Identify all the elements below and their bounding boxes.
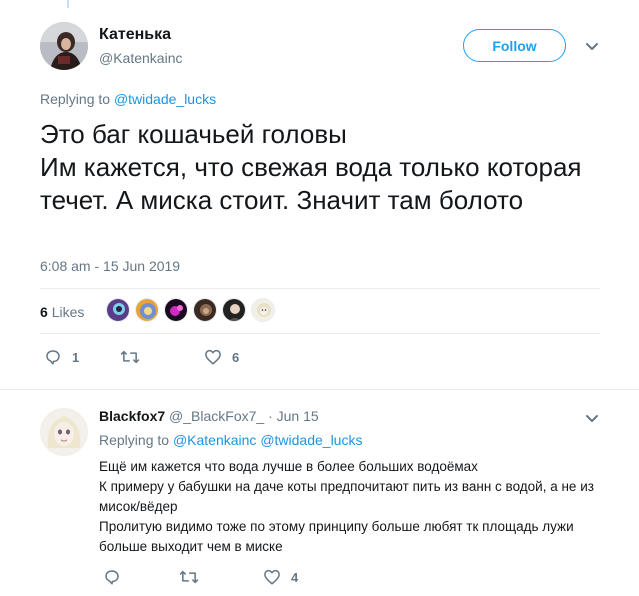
likes-count: 6 bbox=[40, 304, 48, 320]
replying-to-link[interactable]: @Katenkainc bbox=[173, 432, 256, 448]
reply-text: Ещё им кажется что вода лучше в более бо… bbox=[99, 457, 604, 557]
reply-count: 1 bbox=[72, 349, 80, 365]
like-count: 4 bbox=[291, 569, 299, 585]
like-action[interactable]: 4 bbox=[263, 568, 298, 586]
reply-header: Blackfox7 @_BlackFox7_ · Jun 15 bbox=[99, 408, 319, 424]
tweet-text-line: Это баг кошачьей головы bbox=[40, 119, 347, 149]
reply-action[interactable]: 1 bbox=[44, 348, 79, 366]
reply-author-avatar[interactable] bbox=[40, 408, 88, 456]
reply-text-line: К примеру у бабушки на даче коты предпоч… bbox=[99, 479, 594, 514]
replying-prefix: Replying to bbox=[99, 432, 170, 448]
retweet-action[interactable] bbox=[120, 348, 150, 366]
tweet-text: Это баг кошачьей головы Им кажется, что … bbox=[40, 118, 600, 217]
replying-to-link[interactable]: @twidade_lucks bbox=[260, 432, 362, 448]
reply-text-line: Пролитую видимо тоже по этому принципу б… bbox=[99, 519, 574, 554]
heart-icon bbox=[264, 569, 280, 585]
liker-avatar[interactable] bbox=[251, 298, 275, 322]
reply-tweet[interactable]: Blackfox7 @_BlackFox7_ · Jun 15 Replying… bbox=[0, 390, 639, 596]
replying-to-line: Replying to @twidade_lucks bbox=[40, 91, 216, 107]
reply-replying-to-line: Replying to @Katenkainc @twidade_lucks bbox=[99, 432, 362, 448]
heart-icon bbox=[205, 349, 221, 365]
liker-avatar[interactable] bbox=[135, 298, 159, 322]
likers-avatars bbox=[106, 298, 280, 322]
divider bbox=[40, 288, 600, 289]
like-action[interactable]: 6 bbox=[204, 348, 239, 366]
replying-prefix: Replying to bbox=[40, 91, 111, 107]
retweet-icon bbox=[179, 570, 199, 584]
liker-avatar[interactable] bbox=[106, 298, 130, 322]
retweet-icon bbox=[120, 350, 140, 364]
liker-avatar[interactable] bbox=[222, 298, 246, 322]
reply-icon bbox=[105, 570, 119, 585]
reply-icon bbox=[46, 350, 60, 365]
replying-to-link[interactable]: @twidade_lucks bbox=[114, 91, 216, 107]
tweet-timestamp[interactable]: 6:08 am - 15 Jun 2019 bbox=[40, 258, 180, 274]
reply-author-name[interactable]: Blackfox7 bbox=[99, 408, 165, 424]
divider bbox=[40, 333, 600, 334]
main-tweet: Катенька @Katenkainc Follow Replying to … bbox=[0, 0, 639, 390]
chevron-down-icon[interactable] bbox=[584, 38, 600, 54]
reply-text-line: Ещё им кажется что вода лучше в более бо… bbox=[99, 459, 478, 474]
author-handle[interactable]: @Katenkainc bbox=[99, 50, 182, 66]
tweet-actions: 1 6 bbox=[44, 348, 344, 368]
reply-author-handle[interactable]: @_BlackFox7_ bbox=[169, 408, 264, 424]
reply-actions: 4 bbox=[103, 568, 403, 588]
liker-avatar[interactable] bbox=[193, 298, 217, 322]
reply-action[interactable] bbox=[103, 568, 131, 586]
retweet-action[interactable] bbox=[179, 568, 209, 586]
liker-avatar[interactable] bbox=[164, 298, 188, 322]
reply-date[interactable]: · Jun 15 bbox=[268, 408, 319, 424]
author-display-name[interactable]: Катенька bbox=[99, 26, 171, 44]
likes-summary[interactable]: 6 Likes bbox=[40, 304, 84, 320]
chevron-down-icon[interactable] bbox=[584, 410, 600, 426]
likes-label: Likes bbox=[51, 304, 85, 320]
follow-button[interactable]: Follow bbox=[463, 29, 566, 62]
tweet-text-line: Им кажется, что свежая вода только котор… bbox=[40, 152, 582, 215]
author-avatar[interactable] bbox=[40, 22, 88, 70]
like-count: 6 bbox=[232, 349, 240, 365]
